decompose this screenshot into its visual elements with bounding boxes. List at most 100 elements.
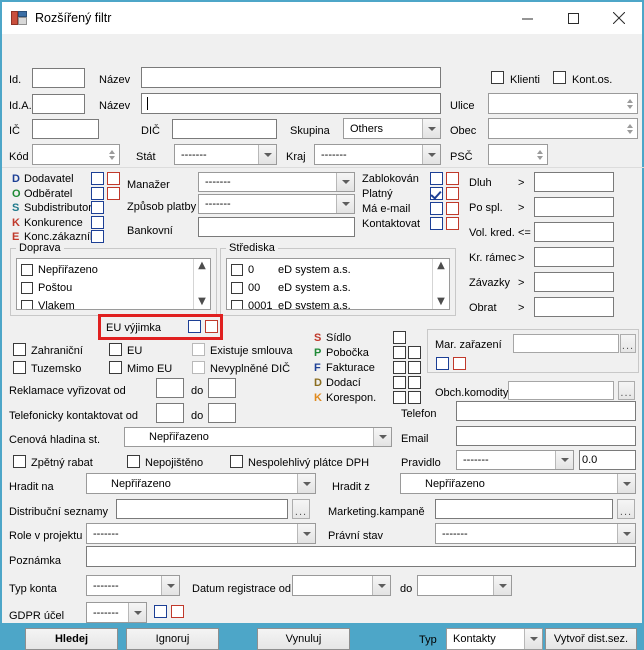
skupina-select[interactable]: Others <box>343 118 441 139</box>
scroll-down-icon[interactable]: ▼ <box>437 297 445 307</box>
finance-input-kr-r-mec[interactable] <box>534 247 614 267</box>
chevron-down-icon[interactable] <box>422 119 440 138</box>
role-checkbox-red-o[interactable] <box>107 186 120 200</box>
tuzemsko-checkbox[interactable] <box>13 361 26 374</box>
marketing-kampane-browse-button[interactable]: ... <box>617 499 635 519</box>
gdpr-ucel-select[interactable]: ------- <box>86 602 147 623</box>
scroll-up-icon[interactable]: ▲ <box>198 261 206 271</box>
addrtype-checkbox-b-pobo-ka[interactable] <box>408 346 421 359</box>
nazev1-input[interactable] <box>141 67 441 88</box>
existuje-smlouva-checkbox[interactable] <box>192 343 205 356</box>
hledej-button[interactable]: Hledej <box>25 628 118 650</box>
chevron-down-icon[interactable] <box>336 173 354 191</box>
list-item-checkbox[interactable] <box>21 282 33 294</box>
role-checkbox-blue-k[interactable] <box>91 215 104 229</box>
minimize-icon[interactable] <box>504 2 550 34</box>
list-item[interactable]: Vlakem <box>17 297 193 309</box>
role-v-projektu-select[interactable]: ------- <box>86 523 316 544</box>
spinner-arrows-icon[interactable] <box>105 145 119 164</box>
chevron-down-icon[interactable] <box>617 524 635 543</box>
finance-input-po-spl-[interactable] <box>534 197 614 217</box>
gdpr-checkbox-red[interactable] <box>171 605 184 618</box>
role-checkbox-red-d[interactable] <box>107 172 120 185</box>
chevron-down-icon[interactable] <box>422 145 440 164</box>
list-item-checkbox[interactable] <box>231 264 243 276</box>
list-item[interactable]: 0001 eD system a.s. <box>227 297 432 309</box>
finance-input-obrat[interactable] <box>534 297 614 317</box>
role-checkbox-blue-o[interactable] <box>91 186 104 200</box>
bankovni-input[interactable] <box>198 217 355 237</box>
role-checkbox-blue-e[interactable] <box>91 230 104 243</box>
doprava-listbox[interactable]: Nepřiřazeno Poštou Vlakem ▲ ▼ <box>16 258 211 310</box>
mar-zarazeni-checkbox-blue[interactable] <box>436 357 449 370</box>
mar-zarazeni-browse-button[interactable]: ... <box>620 334 636 353</box>
distribucni-browse-button[interactable]: ... <box>292 499 310 519</box>
addrtype-checkbox-b-fakturace[interactable] <box>408 361 421 374</box>
email-input[interactable] <box>456 426 636 446</box>
addrtype-checkbox-a-dodac-[interactable] <box>393 376 406 389</box>
list-item-checkbox[interactable] <box>21 300 33 309</box>
zpetny-rabat-checkbox[interactable] <box>13 455 26 468</box>
close-icon[interactable] <box>596 2 642 34</box>
role-checkbox-blue-d[interactable] <box>91 172 104 185</box>
obec-input[interactable] <box>488 118 638 139</box>
flag-checkbox-red-m-e-mail[interactable] <box>446 202 459 215</box>
addrtype-checkbox-a-pobo-ka[interactable] <box>393 346 406 359</box>
datum-registrace-to[interactable] <box>417 575 512 596</box>
obch-komodity-browse-button[interactable]: ... <box>618 381 635 400</box>
marketing-kampane-input[interactable] <box>435 499 613 519</box>
flag-checkbox-blue-kontaktovat[interactable] <box>430 217 443 230</box>
ignoruj-button[interactable]: Ignoruj <box>126 628 219 650</box>
addrtype-checkbox-a-korespon-[interactable] <box>393 391 406 404</box>
pravni-stav-select[interactable]: ------- <box>435 523 636 544</box>
zahranicni-checkbox[interactable] <box>13 343 26 356</box>
kod-input[interactable] <box>32 144 120 165</box>
addrtype-checkbox-a-fakturace[interactable] <box>393 361 406 374</box>
manazer-select[interactable]: ------- <box>198 172 355 192</box>
eu-vyjimka-checkbox-red[interactable] <box>205 320 218 333</box>
finance-input-vol-kred-[interactable] <box>534 222 614 242</box>
spinner-arrows-icon[interactable] <box>533 145 547 164</box>
scroll-up-icon[interactable]: ▲ <box>437 261 445 271</box>
chevron-down-icon[interactable] <box>373 428 391 446</box>
spinner-arrows-icon[interactable] <box>623 94 637 113</box>
eu-vyjimka-checkbox-blue[interactable] <box>188 320 201 333</box>
telefonicky-to-input[interactable] <box>208 403 236 423</box>
id-input[interactable] <box>32 68 85 88</box>
list-item-checkbox[interactable] <box>231 282 243 294</box>
flag-checkbox-red-zablokov-n[interactable] <box>446 172 459 185</box>
chevron-down-icon[interactable] <box>493 576 511 595</box>
cenova-hladina-select[interactable]: Nepřiřazeno <box>124 427 392 447</box>
spinner-arrows-icon[interactable] <box>623 119 637 138</box>
nepojisteno-checkbox[interactable] <box>127 455 140 468</box>
doprava-scrollbar[interactable]: ▲ ▼ <box>193 259 210 309</box>
klienti-checkbox[interactable] <box>491 71 504 84</box>
strediska-listbox[interactable]: 0 eD system a.s. 00 eD system a.s. 0001 eD sy… <box>226 258 450 310</box>
chevron-down-icon[interactable] <box>297 474 315 493</box>
finance-input-z-vazky[interactable] <box>534 272 614 292</box>
chevron-down-icon[interactable] <box>617 474 635 493</box>
kontos-checkbox[interactable] <box>553 71 566 84</box>
hradit-na-select[interactable]: Nepřiřazeno <box>86 473 316 494</box>
list-item-checkbox[interactable] <box>231 300 243 309</box>
distribucni-input[interactable] <box>116 499 288 519</box>
flag-checkbox-red-platn-[interactable] <box>446 187 459 200</box>
nespolehlivy-checkbox[interactable] <box>230 455 243 468</box>
telefonicky-from-input[interactable] <box>156 403 184 423</box>
stat-select[interactable]: ------- <box>174 144 277 165</box>
mimo-eu-checkbox[interactable] <box>109 361 122 374</box>
chevron-down-icon[interactable] <box>336 195 354 213</box>
gdpr-checkbox-blue[interactable] <box>154 605 167 618</box>
chevron-down-icon[interactable] <box>128 603 146 622</box>
list-item-checkbox[interactable] <box>21 264 33 276</box>
addrtype-checkbox-b-korespon-[interactable] <box>408 391 421 404</box>
list-item[interactable]: Poštou <box>17 279 193 297</box>
hradit-z-select[interactable]: Nepřiřazeno <box>400 473 636 494</box>
role-checkbox-blue-s[interactable] <box>91 201 104 214</box>
nevyplnene-dic-checkbox[interactable] <box>192 361 205 374</box>
ic-input[interactable] <box>32 119 99 139</box>
chevron-down-icon[interactable] <box>555 451 573 469</box>
finance-input-dluh[interactable] <box>534 172 614 192</box>
pravidlo-select[interactable]: ------- <box>456 450 574 470</box>
reklamace-from-input[interactable] <box>156 378 184 398</box>
